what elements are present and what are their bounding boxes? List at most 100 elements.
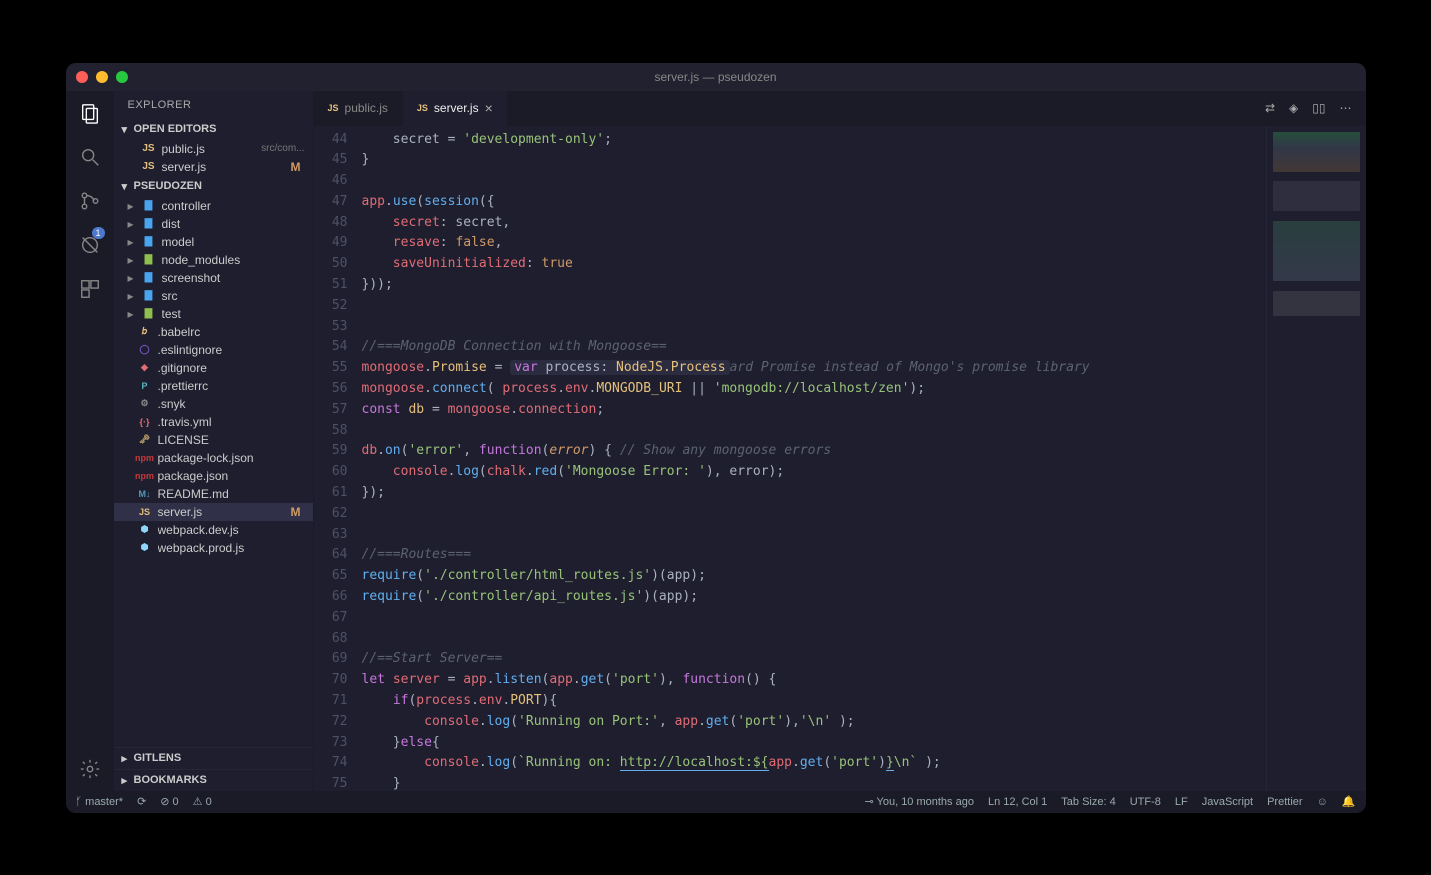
warnings-count[interactable]: ⚠ 0 [193,795,212,808]
file-item[interactable]: {·} .travis.yml [114,413,313,431]
file-item[interactable]: 𝘣 .babelrc [114,323,313,341]
file-name: server.js [162,160,285,174]
file-type-icon: npm [138,469,152,483]
file-item[interactable]: ◆ .gitignore [114,359,313,377]
chevron-right-icon: ▸ [128,271,136,285]
js-file-icon: JS [417,103,428,113]
file-item[interactable]: 🗝 LICENSE [114,431,313,449]
source-control-wrap: 1 [78,189,102,213]
folder-item[interactable]: ▸ ▇ model [114,233,313,251]
file-item[interactable]: ⬢ webpack.dev.js [114,521,313,539]
file-type-icon: ◆ [138,361,152,375]
window-title: server.js — pseudozen [66,70,1366,84]
file-name: server.js [158,505,285,519]
eol[interactable]: LF [1175,796,1188,808]
more-actions-icon[interactable]: ⋯ [1340,101,1352,115]
chevron-right-icon: ▸ [128,253,136,267]
cursor-position[interactable]: Ln 12, Col 1 [988,796,1047,808]
file-status: M [291,505,305,519]
chevron-right-icon: ▸ [122,752,130,765]
chevron-right-icon: ▸ [128,199,136,213]
bookmarks-header[interactable]: ▸ BOOKMARKS [114,769,313,791]
formatter[interactable]: Prettier [1267,796,1302,808]
sync-icon[interactable]: ⟳ [137,795,146,808]
source-control-badge: 1 [92,227,105,239]
sidebar-title: EXPLORER [114,91,313,119]
chevron-right-icon: ▸ [128,217,136,231]
tab-size[interactable]: Tab Size: 4 [1061,796,1115,808]
file-name: .babelrc [158,325,305,339]
compare-changes-icon[interactable]: ⇄ [1265,101,1275,115]
git-blame[interactable]: ⊸ You, 10 months ago [864,795,974,808]
minimap[interactable] [1266,126,1366,791]
settings-gear-icon[interactable] [78,757,102,781]
source-control-icon[interactable] [78,189,102,213]
open-editor-item[interactable]: JS public.js src/com... [114,140,313,158]
chevron-down-icon: ▾ [122,180,130,193]
file-name: public.js [162,142,256,156]
line-gutter: 4445464748495051525354555657585960616263… [314,126,362,791]
folder-item[interactable]: ▸ ▇ node_modules [114,251,313,269]
file-type-icon: M↓ [138,487,152,501]
folder-item[interactable]: ▸ ▇ screenshot [114,269,313,287]
feedback-icon[interactable]: ☺ [1317,796,1328,808]
git-branch[interactable]: ᚶ master* [76,796,124,808]
encoding[interactable]: UTF-8 [1130,796,1161,808]
file-item[interactable]: JS server.js M [114,503,313,521]
errors-count[interactable]: ⊘ 0 [160,795,178,808]
search-icon[interactable] [78,145,102,169]
folder-icon: ▇ [142,253,156,267]
chevron-right-icon: ▸ [122,774,130,787]
file-type-icon: {·} [138,415,152,429]
sidebar: EXPLORER ▾ OPEN EDITORS JS public.js src… [114,91,314,791]
explorer-icon[interactable] [78,101,102,125]
tab-bar: JS public.js JS server.js × ⇄ ◈ ▯▯ ⋯ [314,91,1366,126]
folder-item[interactable]: ▸ ▇ src [114,287,313,305]
close-tab-icon[interactable]: × [485,100,493,116]
chevron-right-icon: ▸ [128,235,136,249]
editor-area: JS public.js JS server.js × ⇄ ◈ ▯▯ ⋯ 444… [314,91,1366,791]
language-mode[interactable]: JavaScript [1202,796,1253,808]
file-name: src [162,289,305,303]
folder-item[interactable]: ▸ ▇ test [114,305,313,323]
file-item[interactable]: npm package-lock.json [114,449,313,467]
tab-label: server.js [434,101,479,115]
folder-icon: ▇ [142,235,156,249]
file-item[interactable]: P .prettierrc [114,377,313,395]
folder-item[interactable]: ▸ ▇ controller [114,197,313,215]
open-editors-header[interactable]: ▾ OPEN EDITORS [114,119,313,140]
file-type-icon: JS [138,505,152,519]
section-label: BOOKMARKS [134,774,207,786]
section-label: PSEUDOZEN [134,180,202,192]
file-type-icon: ◯ [138,343,152,357]
editor-tab[interactable]: JS server.js × [403,91,508,126]
section-label: OPEN EDITORS [134,123,217,135]
js-file-icon: JS [328,103,339,113]
open-editor-item[interactable]: JS server.js M [114,158,313,176]
file-name: dist [162,217,305,231]
file-item[interactable]: ⚙ .snyk [114,395,313,413]
folder-icon: ▇ [142,217,156,231]
extensions-icon[interactable] [78,277,102,301]
file-name: controller [162,199,305,213]
file-item[interactable]: M↓ README.md [114,485,313,503]
file-type-icon: P [138,379,152,393]
file-type-icon: 𝘣 [138,325,152,339]
editor[interactable]: 4445464748495051525354555657585960616263… [314,126,1366,791]
file-type-icon: ⚙ [138,397,152,411]
open-changes-icon[interactable]: ◈ [1289,101,1298,115]
gitlens-header[interactable]: ▸ GITLENS [114,747,313,769]
notifications-icon[interactable]: 🔔 [1342,795,1356,808]
split-editor-icon[interactable]: ▯▯ [1312,101,1325,115]
editor-tab[interactable]: JS public.js [314,91,403,126]
code-content[interactable]: secret = 'development-only';} app.use(se… [362,126,1266,791]
file-name: .gitignore [158,361,305,375]
file-item[interactable]: npm package.json [114,467,313,485]
file-type-icon: 🗝 [138,433,152,447]
file-item[interactable]: ◯ .eslintignore [114,341,313,359]
status-bar: ᚶ master* ⟳ ⊘ 0 ⚠ 0 ⊸ You, 10 months ago… [66,791,1366,813]
file-item[interactable]: ⬢ webpack.prod.js [114,539,313,557]
folder-item[interactable]: ▸ ▇ dist [114,215,313,233]
project-header[interactable]: ▾ PSEUDOZEN [114,176,313,197]
folder-icon: ▇ [142,289,156,303]
